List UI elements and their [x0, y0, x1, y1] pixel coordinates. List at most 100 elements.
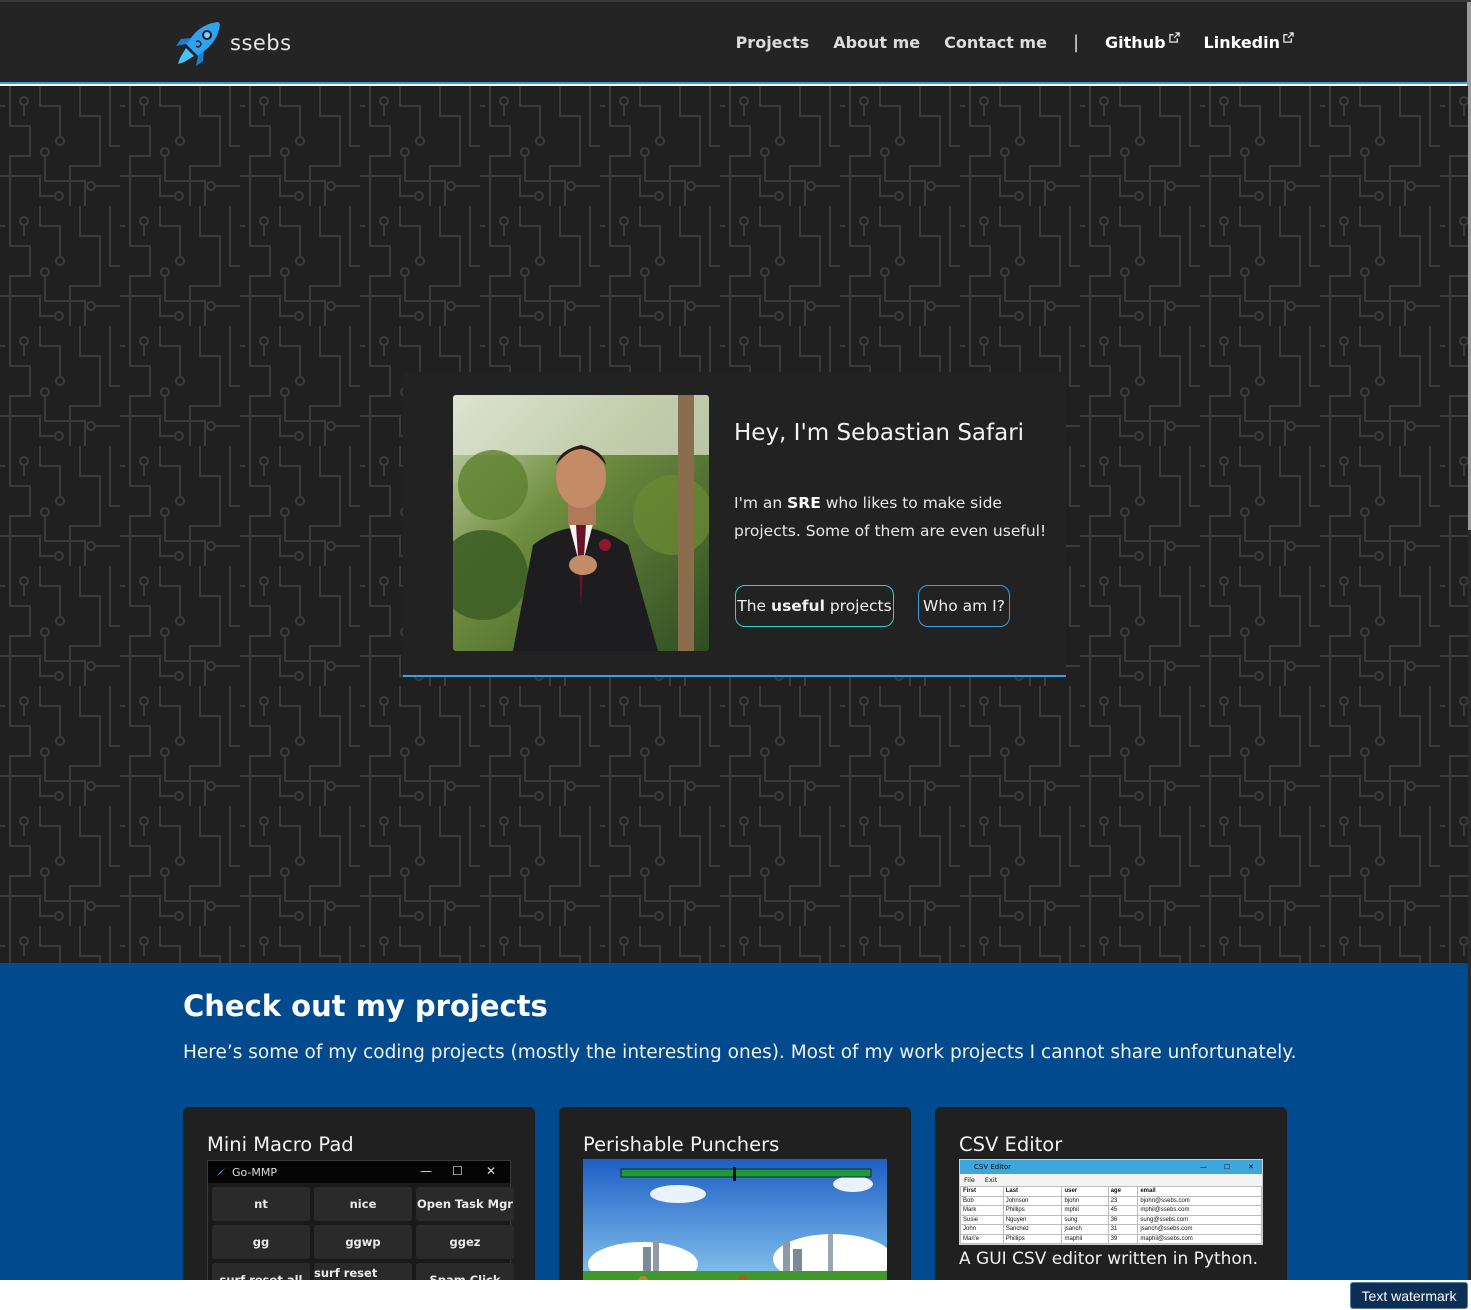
- projects-subtitle: Here’s some of my coding projects (mostl…: [183, 1042, 1297, 1063]
- table-cell: 31: [1107, 1224, 1139, 1235]
- project-card-csv-editor[interactable]: CSV Editor CSV Editor — ☐ ✕ File Exit Fi…: [935, 1107, 1287, 1280]
- table-cell: mphil@ssebs.com: [1137, 1205, 1262, 1216]
- project-card-mini-macro-pad[interactable]: Mini Macro Pad Go-MMP — ☐ ✕ nt nice Open…: [183, 1107, 535, 1280]
- minimize-icon: —: [1200, 1163, 1207, 1171]
- who-am-i-button[interactable]: Who am I?: [918, 585, 1010, 627]
- nav-link-github-label: Github: [1105, 33, 1166, 52]
- external-link-icon: [1168, 32, 1180, 43]
- project-card-perishable-punchers[interactable]: Perishable Punchers: [559, 1107, 911, 1280]
- table-cell: 45: [1107, 1205, 1139, 1216]
- table-cell: bjohn: [1061, 1195, 1109, 1206]
- macro-key: ggwp: [314, 1225, 412, 1259]
- table-cell: Nguyen: [1002, 1214, 1063, 1225]
- project-card-description: A GUI CSV editor written in Python.: [959, 1249, 1259, 1269]
- table-cell: Mari'e: [960, 1233, 1004, 1244]
- csv-table: First Last user age email Bob Johnson bj…: [960, 1186, 1262, 1244]
- useful-projects-bold: useful: [771, 597, 825, 615]
- hero-intro: I'm an SRE who likes to make side projec…: [734, 489, 1054, 545]
- table-cell: sung: [1061, 1214, 1109, 1225]
- table-cell: sung@ssebs.com: [1137, 1214, 1262, 1225]
- table-cell: bjohn@ssebs.com: [1137, 1195, 1262, 1206]
- app-title: Go-MMP: [232, 1165, 278, 1179]
- mini-macro-pad-screenshot: Go-MMP — ☐ ✕ nt nice Open Task Mgr gg gg…: [207, 1160, 514, 1280]
- table-cell: 36: [1107, 1214, 1139, 1225]
- brand[interactable]: ssebs: [174, 18, 292, 68]
- table-row: Susie Nguyen sung 36 sung@ssebs.com: [960, 1214, 1262, 1225]
- column-header: user: [1061, 1186, 1109, 1197]
- app-titlebar: CSV Editor — ☐ ✕: [960, 1160, 1262, 1174]
- app-title: CSV Editor: [974, 1163, 1012, 1171]
- nav-link-linkedin[interactable]: Linkedin: [1203, 32, 1294, 52]
- table-row: Bob Johnson bjohn 23 bjohn@ssebs.com: [960, 1195, 1262, 1206]
- projects-title: Check out my projects: [183, 989, 548, 1023]
- table-cell: jsanch@ssebs.com: [1137, 1224, 1262, 1235]
- nav-link-github[interactable]: Github: [1105, 32, 1180, 52]
- macro-key: nt: [212, 1187, 310, 1221]
- macro-key-grid: nt nice Open Task Mgr gg ggwp ggez surf …: [208, 1183, 514, 1280]
- maximize-icon: ☐: [452, 1164, 463, 1178]
- table-cell: Mark: [960, 1205, 1004, 1216]
- table-cell: Sanchez: [1002, 1224, 1063, 1235]
- table-cell: Phillips: [1002, 1233, 1063, 1244]
- table-header-row: First Last user age email: [960, 1186, 1262, 1197]
- table-cell: mphil: [1061, 1205, 1109, 1216]
- nav-link-contact[interactable]: Contact me: [944, 33, 1047, 52]
- table-cell: maphil@ssebs.com: [1137, 1233, 1262, 1244]
- table-cell: Susie: [960, 1214, 1004, 1225]
- hero-card: Hey, I'm Sebastian Safari I'm an SRE who…: [403, 372, 1066, 677]
- nav-link-linkedin-label: Linkedin: [1203, 33, 1280, 52]
- maximize-icon: ☐: [1224, 1163, 1231, 1171]
- text-watermark: Text watermark: [1350, 1282, 1468, 1309]
- rocket-icon: [217, 1168, 225, 1176]
- table-cell: 39: [1107, 1233, 1139, 1244]
- useful-projects-button[interactable]: The useful projects: [735, 585, 894, 627]
- project-card-title: CSV Editor: [959, 1133, 1063, 1156]
- macro-key: ggez: [416, 1225, 514, 1259]
- navbar: ssebs Projects About me Contact me | Git…: [0, 2, 1468, 84]
- macro-key: Open Task Mgr: [416, 1187, 514, 1221]
- external-link-icon: [1283, 32, 1294, 43]
- csv-editor-screenshot: CSV Editor — ☐ ✕ File Exit First Last us…: [959, 1159, 1263, 1245]
- hero-title: Hey, I'm Sebastian Safari: [734, 420, 1025, 446]
- perishable-punchers-screenshot: [583, 1159, 887, 1280]
- bottom-strip: [0, 1280, 1471, 1310]
- table-cell: Johnson: [1002, 1195, 1063, 1206]
- macro-key: Spam Click: [416, 1263, 514, 1280]
- table-cell: 23: [1107, 1195, 1139, 1206]
- column-header: Last: [1002, 1186, 1063, 1197]
- table-cell: Phillips: [1002, 1205, 1063, 1216]
- macro-key: nice: [314, 1187, 412, 1221]
- menu-file: File: [964, 1176, 975, 1184]
- nav-link-about[interactable]: About me: [833, 33, 920, 52]
- brand-name: ssebs: [230, 31, 292, 55]
- column-header: First: [960, 1186, 1004, 1197]
- macro-key: gg: [212, 1225, 310, 1259]
- table-row: Mari'e Phillips maphil 39 maphil@ssebs.c…: [960, 1233, 1262, 1244]
- minimize-icon: —: [420, 1164, 432, 1178]
- close-icon: ✕: [1248, 1163, 1254, 1171]
- profile-photo: [453, 395, 709, 651]
- nav-links: Projects About me Contact me | Github Li…: [712, 32, 1294, 53]
- nav-separator: |: [1072, 32, 1080, 53]
- app-titlebar: Go-MMP — ☐ ✕: [208, 1161, 510, 1183]
- app-menubar: File Exit: [960, 1174, 1262, 1186]
- table-cell: maphil: [1061, 1233, 1109, 1244]
- close-icon: ✕: [486, 1164, 497, 1178]
- menu-exit: Exit: [984, 1176, 998, 1184]
- column-header: email: [1137, 1186, 1262, 1197]
- hero-section: Hey, I'm Sebastian Safari I'm an SRE who…: [0, 86, 1468, 963]
- project-card-title: Perishable Punchers: [583, 1133, 780, 1156]
- macro-key: surf reset all: [212, 1263, 310, 1280]
- hero-intro-bold: SRE: [787, 494, 821, 512]
- useful-projects-suffix: projects: [824, 597, 892, 615]
- hero-intro-prefix: I'm an: [734, 494, 788, 512]
- nav-link-projects[interactable]: Projects: [736, 33, 810, 52]
- useful-projects-prefix: The: [737, 597, 772, 615]
- table-cell: John: [960, 1224, 1004, 1235]
- project-card-title: Mini Macro Pad: [207, 1133, 354, 1156]
- macro-key: surf reset stage: [314, 1263, 412, 1280]
- projects-section: Check out my projects Here’s some of my …: [0, 963, 1468, 1280]
- column-header: age: [1107, 1186, 1139, 1197]
- table-row: John Sanchez jsanch 31 jsanch@ssebs.com: [960, 1224, 1262, 1235]
- table-row: Mark Phillips mphil 45 mphil@ssebs.com: [960, 1205, 1262, 1216]
